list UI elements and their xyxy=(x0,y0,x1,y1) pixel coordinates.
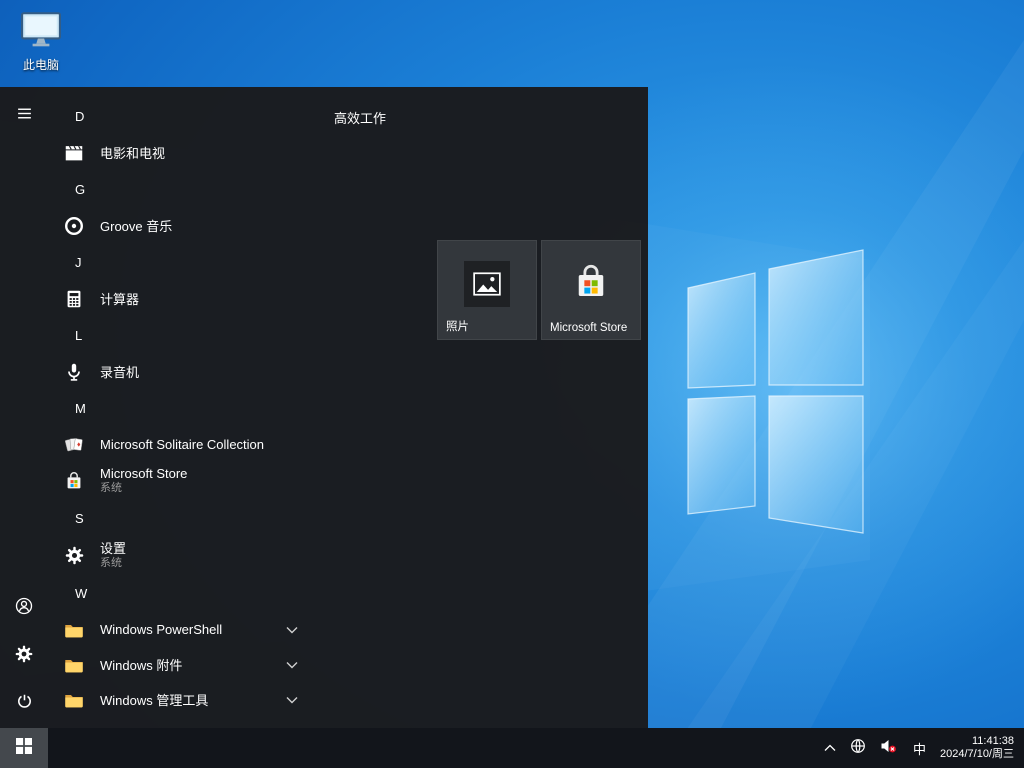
section-header-j[interactable]: J xyxy=(48,243,310,281)
app-item-label: 设置 xyxy=(100,542,126,557)
app-item-label: 计算器 xyxy=(100,289,139,308)
app-item-label: 电影和电视 xyxy=(100,143,165,162)
folder-icon xyxy=(61,617,87,643)
tiles-row: 照片 Microsoft Store xyxy=(437,240,641,340)
power-button[interactable] xyxy=(0,680,48,728)
app-item-microsoft-store[interactable]: Microsoft Store 系统 xyxy=(48,462,310,499)
app-list: D 电影和电视 G xyxy=(48,87,310,728)
system-tray: 中 11:41:38 2024/7/10/周三 xyxy=(817,728,1024,768)
start-menu-rail xyxy=(0,87,48,728)
store-icon xyxy=(61,468,87,494)
section-header-w[interactable]: W xyxy=(48,574,310,612)
chevron-down-icon[interactable] xyxy=(286,696,298,704)
this-pc-icon xyxy=(20,10,62,53)
app-item-label: Windows 管理工具 xyxy=(100,690,208,709)
calculator-icon xyxy=(61,286,87,312)
taskbar-clock[interactable]: 11:41:38 2024/7/10/周三 xyxy=(935,728,1024,768)
section-header-s[interactable]: S xyxy=(48,499,310,537)
app-item-windows-powershell[interactable]: Windows PowerShell xyxy=(48,612,310,647)
app-item-label: Microsoft Store xyxy=(100,467,187,482)
solitaire-icon xyxy=(61,432,87,458)
tiles-group-label[interactable]: 高效工作 xyxy=(334,108,386,127)
start-menu: D 电影和电视 G xyxy=(0,87,648,728)
app-item-movies-tv[interactable]: 电影和电视 xyxy=(48,135,310,170)
movies-tv-icon xyxy=(61,140,87,166)
volume-button[interactable] xyxy=(873,728,904,768)
ime-indicator[interactable]: 中 xyxy=(904,728,935,768)
section-header-m[interactable]: M xyxy=(48,389,310,427)
taskbar: 中 11:41:38 2024/7/10/周三 xyxy=(0,728,1024,768)
section-header-d[interactable]: D xyxy=(48,97,310,135)
section-letter: D xyxy=(75,109,84,124)
section-letter: G xyxy=(75,182,85,197)
desktop-icon-label: 此电脑 xyxy=(23,56,59,73)
volume-muted-icon xyxy=(880,738,897,759)
section-letter: S xyxy=(75,511,84,526)
chevron-down-icon[interactable] xyxy=(286,626,298,634)
user-icon xyxy=(14,596,34,621)
start-button[interactable] xyxy=(0,728,48,768)
app-item-sublabel: 系统 xyxy=(100,557,126,570)
settings-gear-icon xyxy=(14,644,34,669)
settings-gear-icon xyxy=(61,543,87,569)
expand-menu-button[interactable] xyxy=(0,92,48,140)
network-status-button[interactable] xyxy=(843,728,873,768)
network-globe-icon xyxy=(850,738,866,759)
folder-icon xyxy=(61,687,87,713)
section-header-l[interactable]: L xyxy=(48,316,310,354)
folder-icon xyxy=(61,652,87,678)
app-item-windows-admin-tools[interactable]: Windows 管理工具 xyxy=(48,682,310,717)
app-item-label: Windows 附件 xyxy=(100,655,182,674)
clock-date: 2024/7/10/周三 xyxy=(940,748,1014,761)
user-account-button[interactable] xyxy=(0,584,48,632)
store-icon xyxy=(570,261,612,308)
app-item-voice-recorder[interactable]: 录音机 xyxy=(48,354,310,389)
app-item-label: Microsoft Solitaire Collection xyxy=(100,437,264,452)
groove-music-icon xyxy=(61,213,87,239)
app-item-label: Groove 音乐 xyxy=(100,216,172,235)
chevron-up-icon xyxy=(824,739,836,757)
voice-recorder-icon xyxy=(61,359,87,385)
desktop: 此电脑 xyxy=(0,0,1024,768)
app-item-sublabel: 系统 xyxy=(100,482,187,495)
app-item-solitaire[interactable]: Microsoft Solitaire Collection xyxy=(48,427,310,462)
app-item-label: 录音机 xyxy=(100,362,139,381)
clock-time: 11:41:38 xyxy=(940,735,1014,748)
settings-button[interactable] xyxy=(0,632,48,680)
windows-logo-icon xyxy=(16,738,32,759)
app-item-label: Windows PowerShell xyxy=(100,622,222,637)
section-letter: J xyxy=(75,255,82,270)
section-letter: L xyxy=(75,328,82,343)
app-item-windows-accessories[interactable]: Windows 附件 xyxy=(48,647,310,682)
tray-overflow-button[interactable] xyxy=(817,728,843,768)
section-letter: M xyxy=(75,401,86,416)
hamburger-icon xyxy=(16,105,33,127)
photos-icon xyxy=(464,261,510,307)
tile-label: Microsoft Store xyxy=(550,322,637,334)
section-letter: W xyxy=(75,586,87,601)
power-icon xyxy=(15,692,34,716)
app-item-settings[interactable]: 设置 系统 xyxy=(48,537,310,574)
tiles-area: 高效工作 照片 xyxy=(310,87,648,728)
app-item-calculator[interactable]: 计算器 xyxy=(48,281,310,316)
chevron-down-icon[interactable] xyxy=(286,661,298,669)
desktop-icon-this-pc[interactable]: 此电脑 xyxy=(12,10,70,73)
tile-microsoft-store[interactable]: Microsoft Store xyxy=(541,240,641,340)
tile-photos[interactable]: 照片 xyxy=(437,240,537,340)
app-item-groove-music[interactable]: Groove 音乐 xyxy=(48,208,310,243)
tile-label: 照片 xyxy=(446,318,533,334)
app-item-windows-ease-of-access[interactable]: Windows 轻松使用 xyxy=(48,717,310,728)
section-header-g[interactable]: G xyxy=(48,170,310,208)
